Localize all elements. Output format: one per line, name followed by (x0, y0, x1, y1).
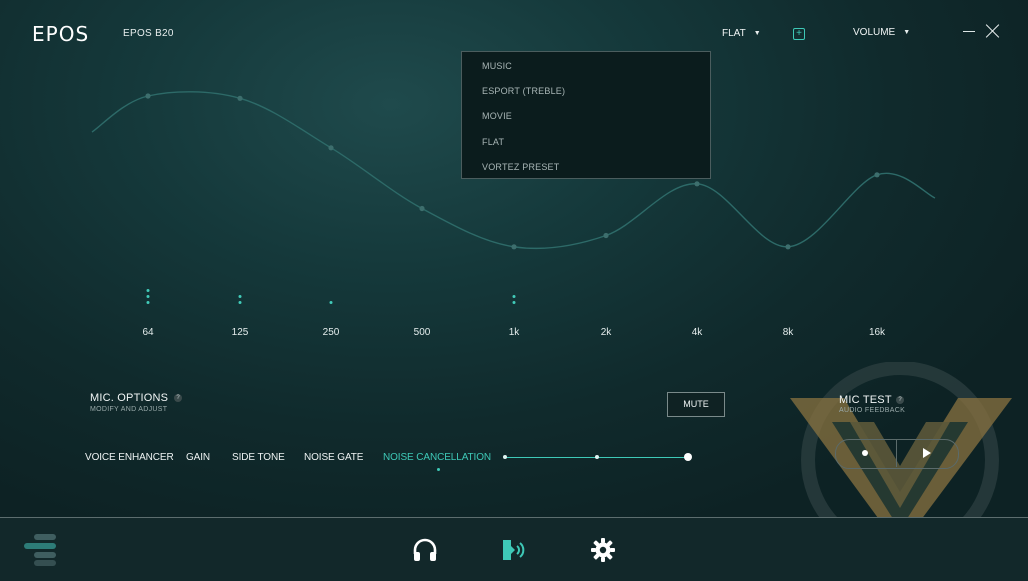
tab-noise-cancellation[interactable]: NOISE CANCELLATION (383, 452, 491, 463)
eq-frequency-label: 1k (508, 327, 520, 338)
slider-step-dot[interactable] (503, 455, 507, 459)
eq-frequency-label: 4k (691, 327, 703, 338)
preset-option-flat[interactable]: FLAT (482, 137, 504, 147)
tab-voice-enhancer[interactable]: VOICE ENHANCER (85, 452, 174, 463)
eq-point-16k[interactable] (874, 172, 880, 178)
eq-frequency-label: 2k (600, 327, 612, 338)
eq-point-500[interactable] (419, 205, 425, 212)
eq-frequency-label: 64 (142, 327, 154, 338)
preset-option-movie[interactable]: MOVIE (482, 111, 512, 121)
slider-knob[interactable] (684, 453, 692, 461)
tab-side-tone[interactable]: SIDE TONE (232, 452, 285, 463)
preset-option-music[interactable]: MUSIC (482, 61, 512, 71)
slider-step-dot[interactable] (594, 455, 599, 459)
mute-button[interactable]: MUTE (667, 392, 725, 417)
eq-frequency-label: 8k (782, 327, 794, 338)
mic-test-title: MIC TEST (839, 394, 892, 406)
eq-frequency-label: 250 (322, 327, 340, 338)
eq-level-dot (146, 289, 150, 292)
eq-level-dot (329, 301, 333, 304)
active-tab-indicator (437, 468, 440, 471)
eq-frequency-label: 125 (231, 327, 249, 338)
eq-level-dot (146, 295, 150, 298)
play-icon[interactable] (922, 447, 932, 459)
menu-icon[interactable] (22, 533, 58, 567)
mic-test-control (835, 439, 959, 469)
microphone-icon[interactable] (500, 536, 528, 564)
eq-point-64[interactable] (145, 93, 151, 99)
eq-frequency-label: 16k (868, 327, 886, 338)
mic-test-divider (896, 439, 897, 467)
eq-level-dot (238, 301, 242, 304)
headphones-icon[interactable] (411, 536, 439, 564)
eq-frequency-label: 500 (413, 327, 431, 338)
eq-point-8k[interactable] (785, 244, 791, 250)
record-icon[interactable] (862, 450, 868, 456)
mic-options-subtitle: MODIFY AND ADJUST (90, 406, 168, 413)
preset-option-vortez[interactable]: VORTEZ PRESET (482, 162, 559, 172)
eq-point-1k[interactable] (511, 244, 517, 250)
gear-icon[interactable] (589, 536, 617, 564)
preset-option-esport[interactable]: ESPORT (TREBLE) (482, 86, 565, 96)
mic-options-title: MIC. OPTIONS (90, 392, 169, 404)
eq-level-dot (146, 301, 150, 304)
preset-dropdown-menu: MUSIC ESPORT (TREBLE) MOVIE FLAT VORTEZ … (461, 51, 711, 179)
eq-point-2k[interactable] (603, 232, 609, 239)
eq-level-dot (512, 301, 516, 304)
eq-point-250[interactable] (328, 145, 334, 151)
help-icon[interactable]: ? (174, 394, 182, 402)
tab-noise-gate[interactable]: NOISE GATE (304, 452, 363, 463)
eq-point-4k[interactable] (694, 181, 700, 187)
mic-test-subtitle: AUDIO FEEDBACK (839, 407, 906, 414)
tab-gain[interactable]: GAIN (186, 452, 210, 463)
eq-level-dot (512, 295, 516, 298)
eq-point-125[interactable] (237, 95, 243, 101)
help-icon[interactable]: ? (896, 396, 904, 404)
eq-level-dot (238, 295, 242, 298)
